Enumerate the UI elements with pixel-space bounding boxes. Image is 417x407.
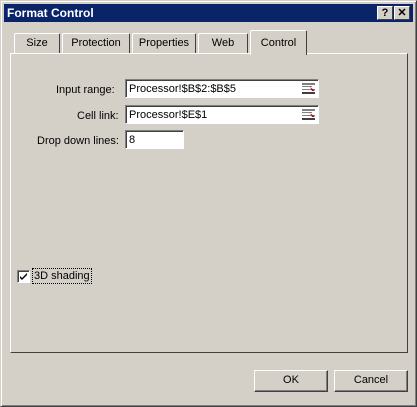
drop-down-lines-field[interactable]: 8 (125, 130, 184, 149)
tab-control[interactable]: Control (250, 30, 307, 55)
ok-button[interactable]: OK (254, 370, 328, 392)
cell-link-label: Cell link: (77, 110, 119, 122)
collapse-dialog-icon[interactable] (301, 81, 317, 96)
cell-link-field[interactable]: Processor!$E$1 (125, 105, 319, 124)
cancel-button[interactable]: Cancel (334, 370, 408, 392)
control-tab-panel: Input range: Processor!$B$2:$B$5 Cell li… (10, 53, 408, 353)
title-bar[interactable]: Format Control ? ✕ (4, 4, 413, 22)
3d-shading-checkbox[interactable] (17, 270, 30, 283)
help-button[interactable]: ? (377, 6, 393, 20)
tab-size[interactable]: Size (14, 33, 60, 53)
check-icon (20, 273, 27, 280)
tab-protection[interactable]: Protection (62, 33, 130, 53)
cell-link-value: Processor!$E$1 (129, 109, 208, 121)
collapse-dialog-icon[interactable] (301, 107, 317, 122)
input-range-field[interactable]: Processor!$B$2:$B$5 (125, 79, 319, 98)
tab-web[interactable]: Web (198, 33, 248, 53)
dialog-title: Format Control (7, 6, 94, 20)
input-range-label: Input range: (56, 84, 115, 96)
format-control-dialog: Format Control ? ✕ Size Protection Prope… (0, 0, 417, 407)
close-button[interactable]: ✕ (394, 6, 410, 20)
drop-down-lines-value: 8 (129, 134, 136, 146)
input-range-value: Processor!$B$2:$B$5 (129, 83, 237, 95)
tab-properties[interactable]: Properties (132, 33, 196, 53)
drop-down-lines-label: Drop down lines: (37, 135, 119, 147)
3d-shading-label[interactable]: 3D shading (32, 268, 92, 284)
